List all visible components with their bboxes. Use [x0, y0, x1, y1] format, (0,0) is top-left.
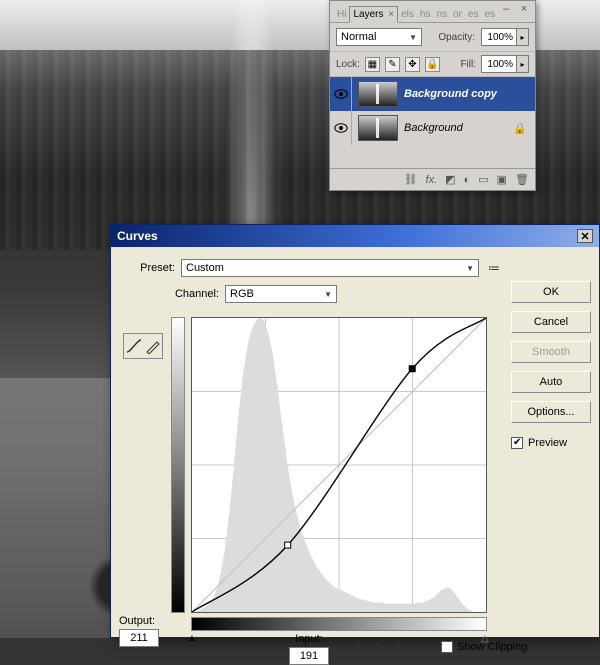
show-clipping-label: Show Clipping	[457, 641, 527, 653]
opacity-arrow-icon[interactable]: ▸	[517, 28, 529, 46]
fx-icon[interactable]: fx.	[426, 174, 438, 186]
layer-thumbnail[interactable]	[358, 81, 398, 107]
preset-label: Preset:	[123, 262, 175, 274]
blend-mode-value: Normal	[341, 31, 376, 43]
auto-button[interactable]: Auto	[511, 371, 591, 393]
pencil-icon	[145, 338, 161, 354]
output-field[interactable]: 211	[119, 629, 159, 647]
curves-graph[interactable]	[191, 317, 487, 613]
preset-value: Custom	[186, 262, 224, 274]
input-field[interactable]: 191	[289, 647, 329, 665]
channel-select[interactable]: RGB ▼	[225, 285, 337, 303]
lock-icon: 🔒	[513, 122, 527, 135]
layers-panel: – × Hi Layers × els hs ns or es es Norma…	[329, 0, 536, 191]
lock-position-icon[interactable]: ✥	[405, 57, 420, 72]
layer-name: Background	[404, 122, 463, 134]
adjustment-layer-icon[interactable]: ◐	[464, 174, 471, 186]
tab-actions[interactable]: ns	[433, 7, 450, 22]
lock-transparency-icon[interactable]: ▦	[365, 57, 380, 72]
mask-icon[interactable]: ◩	[445, 173, 455, 186]
show-clipping-checkbox[interactable]	[441, 641, 453, 653]
gray-eyedropper-icon[interactable]: ✎	[375, 639, 387, 656]
visibility-toggle-icon[interactable]	[330, 111, 352, 145]
cancel-button[interactable]: Cancel	[511, 311, 591, 333]
channel-label: Channel:	[163, 288, 219, 300]
preset-menu-icon[interactable]: ≔	[485, 259, 503, 277]
tab-label: Layers	[353, 9, 383, 20]
tab-paths[interactable]: hs	[417, 7, 434, 22]
fill-field[interactable]: 100% ▸	[481, 55, 529, 73]
layer-thumbnail[interactable]	[358, 115, 398, 141]
eyedropper-group: ✎ ✎ ✎	[355, 639, 406, 656]
visibility-toggle-icon[interactable]	[330, 77, 352, 111]
chevron-down-icon: ▼	[324, 290, 332, 299]
input-gradient	[191, 617, 487, 631]
opacity-field[interactable]: 100% ▸	[481, 28, 529, 46]
options-button[interactable]: Options...	[511, 401, 591, 423]
lock-all-icon[interactable]: 🔒	[425, 57, 440, 72]
tab-other2[interactable]: es	[465, 7, 482, 22]
group-icon[interactable]: ▭	[478, 173, 488, 186]
fill-arrow-icon[interactable]: ▸	[517, 55, 529, 73]
dialog-titlebar[interactable]: Curves ✕	[111, 225, 599, 247]
layer-row[interactable]: Background 🔒	[330, 111, 535, 145]
ok-button[interactable]: OK	[511, 281, 591, 303]
tab-other1[interactable]: or	[450, 7, 465, 22]
output-label: Output:	[119, 615, 159, 627]
curve-point-icon	[126, 338, 142, 354]
panel-minimize-icon[interactable]: –	[499, 3, 513, 15]
channel-value: RGB	[230, 288, 254, 300]
preview-checkbox[interactable]	[511, 437, 523, 449]
new-layer-icon[interactable]: ▣	[497, 173, 507, 186]
layers-footer: ⛓ fx. ◩ ◐ ▭ ▣ 🗑	[330, 168, 535, 190]
tab-close-icon[interactable]: ×	[388, 9, 394, 20]
preview-label: Preview	[528, 437, 567, 449]
white-eyedropper-icon[interactable]: ✎	[394, 639, 406, 656]
opacity-value: 100%	[481, 28, 517, 46]
lock-pixels-icon[interactable]: ✎	[385, 57, 400, 72]
curves-dialog: Curves ✕ Preset: Custom ▼ ≔ Channel: RGB…	[110, 224, 600, 638]
input-label: Input:	[289, 633, 329, 645]
dialog-title: Curves	[117, 229, 158, 243]
lock-label: Lock:	[336, 59, 360, 70]
layer-row[interactable]: Background copy	[330, 77, 535, 111]
blend-mode-select[interactable]: Normal ▼	[336, 28, 422, 46]
tab-history[interactable]: Hi	[334, 7, 349, 22]
opacity-label: Opacity:	[438, 32, 475, 43]
preset-select[interactable]: Custom ▼	[181, 259, 479, 277]
chevron-down-icon: ▼	[466, 264, 474, 273]
layer-list: Background copy Background 🔒	[330, 77, 535, 151]
delete-layer-icon[interactable]: 🗑	[515, 173, 529, 186]
fill-value: 100%	[481, 55, 517, 73]
tab-layers[interactable]: Layers ×	[349, 6, 398, 23]
tab-other3[interactable]: es	[481, 7, 498, 22]
black-eyedropper-icon[interactable]: ✎	[355, 639, 367, 656]
tab-channels[interactable]: els	[398, 7, 417, 22]
fill-label: Fill:	[460, 59, 476, 70]
link-layers-icon[interactable]: ⛓	[404, 173, 418, 186]
black-point-slider[interactable]: ▲	[187, 633, 197, 644]
layer-name: Background copy	[404, 88, 497, 100]
smooth-button[interactable]: Smooth	[511, 341, 591, 363]
panel-close-icon[interactable]: ×	[517, 3, 531, 15]
chevron-down-icon: ▼	[409, 33, 417, 42]
close-icon[interactable]: ✕	[577, 229, 593, 243]
output-gradient	[171, 317, 185, 613]
curve-tool-toggle[interactable]	[123, 333, 163, 359]
